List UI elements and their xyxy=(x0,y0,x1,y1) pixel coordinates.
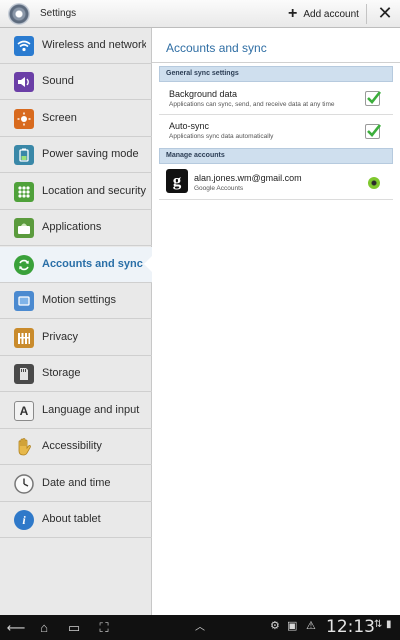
sidebar-item-wireless[interactable]: Wireless and networks xyxy=(0,28,152,64)
sidebar-item-label: Wireless and networks xyxy=(42,39,146,51)
auto-sync-row[interactable]: Auto-sync Applications sync data automat… xyxy=(159,115,393,147)
plus-icon: + xyxy=(288,5,298,22)
battery-icon: ▮ xyxy=(386,619,392,630)
row-divider xyxy=(159,199,393,200)
home-icon: ⌂ xyxy=(40,620,48,635)
sidebar-item-label: Screen xyxy=(42,112,77,124)
screenshot-button[interactable]: ⛶ xyxy=(94,620,114,635)
sync-icon xyxy=(14,255,34,275)
auto-sync-subtitle: Applications sync data automatically xyxy=(169,133,274,140)
sidebar-item-label: Applications xyxy=(42,221,102,233)
sidebar-item-label: Date and time xyxy=(42,477,111,489)
sidebar-item-location[interactable]: Location and security xyxy=(0,174,152,210)
background-data-checkbox[interactable] xyxy=(365,91,382,106)
back-button[interactable]: ⟵ xyxy=(6,620,26,635)
auto-sync-checkbox[interactable] xyxy=(365,124,382,139)
settings-sidebar: Wireless and networks Sound Screen Power… xyxy=(0,28,152,615)
background-data-row[interactable]: Background data Applications can sync, s… xyxy=(159,83,393,115)
language-icon: A xyxy=(14,401,34,421)
sidebar-item-date-time[interactable]: Date and time xyxy=(0,466,152,502)
add-account-label: Add account xyxy=(303,8,359,20)
warning-icon: ⚠ xyxy=(306,620,316,632)
sidebar-item-storage[interactable]: Storage xyxy=(0,356,152,392)
sidebar-item-language[interactable]: A Language and input xyxy=(0,393,152,429)
recent-apps-icon: ▭ xyxy=(67,620,81,635)
storage-icon xyxy=(14,364,34,384)
sidebar-item-power-saving[interactable]: Power saving mode xyxy=(0,137,152,173)
account-email: alan.jones.wm@gmail.com xyxy=(194,173,302,183)
sidebar-item-screen[interactable]: Screen xyxy=(0,101,152,137)
wifi-status-icon: ⇅ xyxy=(374,619,383,630)
location-icon xyxy=(14,182,34,202)
sidebar-item-label: About tablet xyxy=(42,513,101,525)
wifi-icon xyxy=(14,36,34,56)
app-title: Settings xyxy=(40,8,77,19)
applications-icon xyxy=(14,218,34,238)
sidebar-item-applications[interactable]: Applications xyxy=(0,210,152,246)
chevron-up-icon: ︿ xyxy=(195,622,205,633)
screen-icon xyxy=(14,109,34,129)
status-clock: 12:13 xyxy=(326,617,375,637)
sidebar-item-label: Privacy xyxy=(42,331,79,343)
sidebar-item-label: Accounts and sync xyxy=(42,258,143,270)
screenshot-icon: ⛶ xyxy=(99,620,109,635)
auto-sync-title: Auto-sync xyxy=(169,121,210,131)
checkmark-icon xyxy=(367,91,382,104)
sidebar-item-privacy[interactable]: Privacy xyxy=(0,320,152,356)
background-data-subtitle: Applications can sync, send, and receive… xyxy=(169,101,335,108)
info-icon: i xyxy=(14,510,34,530)
sidebar-item-label: Location and security xyxy=(42,185,146,197)
add-account-button[interactable]: + Add account xyxy=(288,3,359,25)
settings-gear-icon xyxy=(8,3,30,25)
account-type: Google Accounts xyxy=(194,185,244,192)
accounts-sync-panel: Accounts and sync General sync settings … xyxy=(152,28,400,615)
recent-apps-button[interactable]: ▭ xyxy=(64,620,84,635)
sound-icon xyxy=(14,72,34,92)
back-icon: ⟵ xyxy=(6,620,26,635)
sidebar-item-about[interactable]: i About tablet xyxy=(0,502,152,538)
clock-icon xyxy=(14,474,34,494)
sidebar-item-accessibility[interactable]: Accessibility xyxy=(0,429,152,465)
sidebar-item-motion[interactable]: Motion settings xyxy=(0,283,152,319)
background-data-title: Background data xyxy=(169,89,238,99)
sidebar-item-label: Power saving mode xyxy=(42,148,139,160)
action-bar: Settings + Add account ✕ xyxy=(0,0,400,28)
sidebar-item-label: Storage xyxy=(42,367,81,379)
sidebar-item-label: Sound xyxy=(42,75,74,87)
motion-icon xyxy=(14,291,34,311)
home-button[interactable]: ⌂ xyxy=(34,620,54,635)
android-debug-icon: ⚙ xyxy=(270,620,280,632)
page-title: Accounts and sync xyxy=(166,41,267,55)
sidebar-item-label: Language and input xyxy=(42,404,140,416)
section-header-manage-accounts: Manage accounts xyxy=(159,148,393,164)
store-icon: ▣ xyxy=(287,620,298,632)
power-saving-icon xyxy=(14,145,34,165)
privacy-icon xyxy=(14,328,34,348)
section-header-general-sync: General sync settings xyxy=(159,66,393,82)
google-account-icon: g xyxy=(166,169,188,193)
sidebar-item-label: Accessibility xyxy=(42,440,102,452)
expand-button[interactable]: ︿ xyxy=(190,620,210,635)
action-divider xyxy=(366,4,367,24)
account-sync-status-icon xyxy=(368,177,380,189)
close-icon: ✕ xyxy=(377,3,393,23)
sidebar-item-accounts-sync[interactable]: Accounts and sync xyxy=(0,247,152,283)
sidebar-item-sound[interactable]: Sound xyxy=(0,64,152,100)
title-divider xyxy=(152,62,400,63)
checkmark-icon xyxy=(367,124,382,137)
accessibility-icon xyxy=(14,437,34,457)
system-navigation-bar: ⟵ ⌂ ▭ ⛶ ︿ ⚙ ▣ ⚠ 12:13 ⇅ ▮ xyxy=(0,615,400,640)
selection-caret xyxy=(144,256,152,272)
close-button[interactable]: ✕ xyxy=(374,2,396,24)
sidebar-item-label: Motion settings xyxy=(42,294,116,306)
